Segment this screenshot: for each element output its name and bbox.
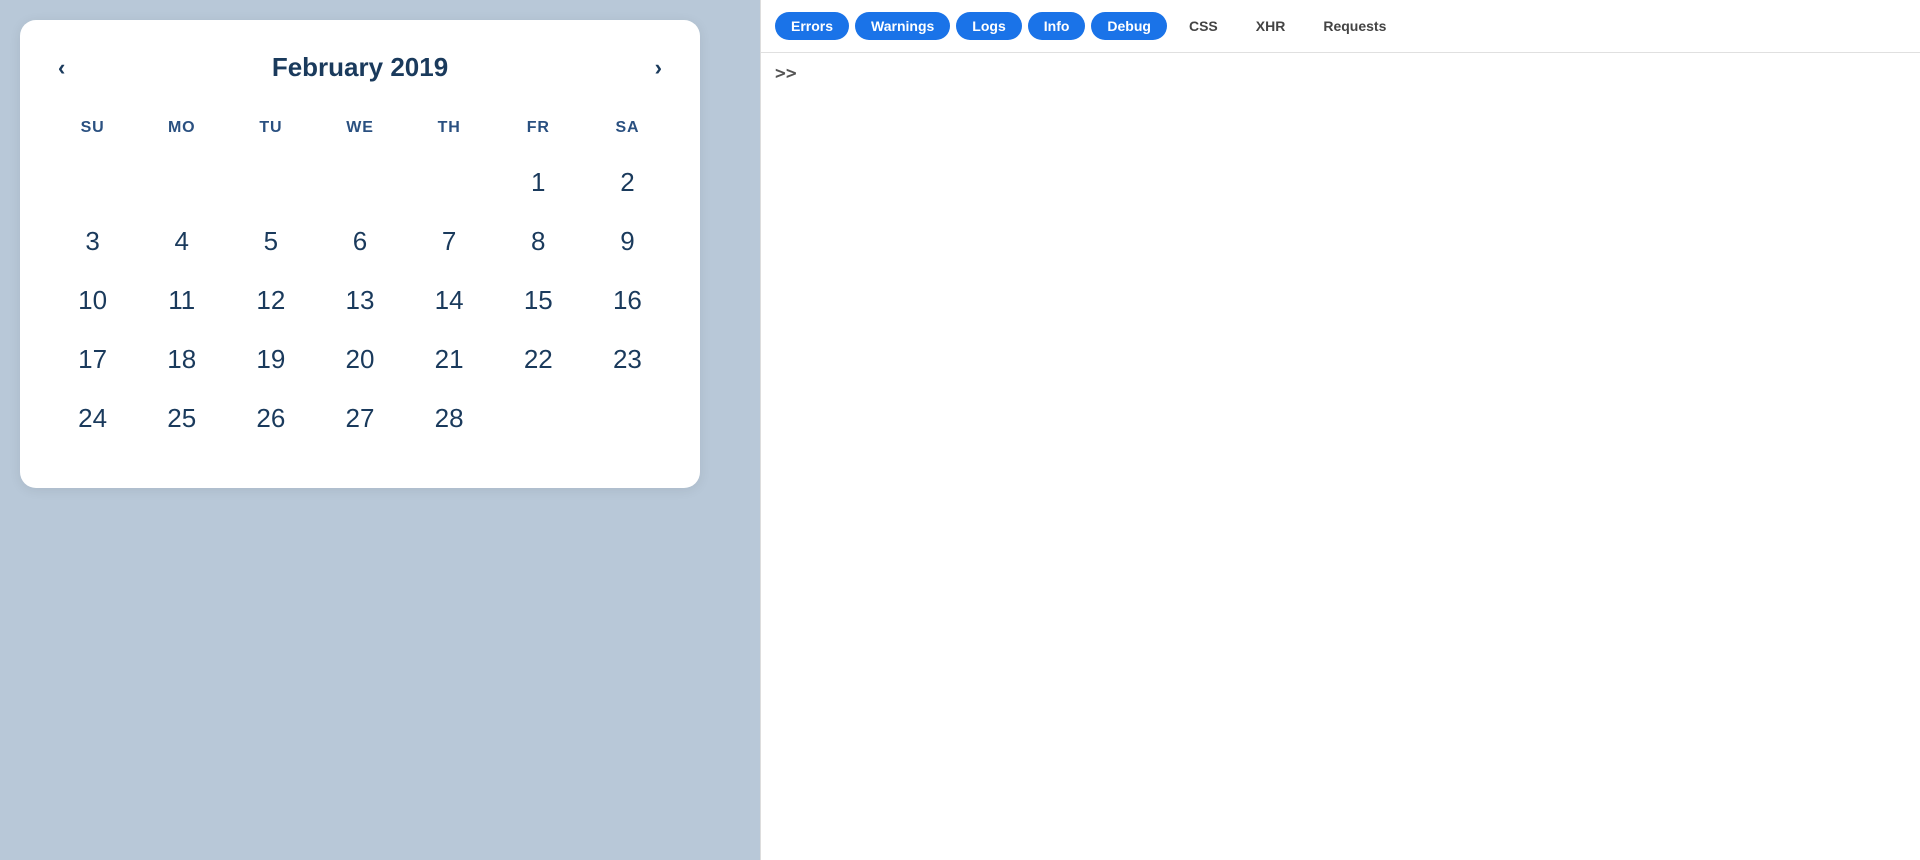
prev-month-button[interactable]: ‹ [48,53,75,83]
calendar-day[interactable]: 15 [494,271,583,330]
calendar-day[interactable]: 20 [315,330,404,389]
calendar-empty-day [226,153,315,212]
calendar-weekday-header: SU [48,111,137,153]
calendar-card: ‹ February 2019 › SUMOTUWETHFRSA 1234567… [20,20,700,488]
devtools-toolbar: ErrorsWarningsLogsInfoDebugCSSXHRRequest… [761,0,1920,53]
calendar-day[interactable]: 27 [315,389,404,448]
right-panel: ErrorsWarningsLogsInfoDebugCSSXHRRequest… [760,0,1920,860]
calendar-day[interactable]: 16 [583,271,672,330]
calendar-day[interactable]: 24 [48,389,137,448]
calendar-title: February 2019 [272,52,448,83]
calendar-day[interactable]: 10 [48,271,137,330]
calendar-day[interactable]: 23 [583,330,672,389]
calendar-day[interactable]: 17 [48,330,137,389]
left-panel: ‹ February 2019 › SUMOTUWETHFRSA 1234567… [0,0,760,860]
filter-btn-xhr[interactable]: XHR [1240,12,1302,40]
filter-btn-info[interactable]: Info [1028,12,1086,40]
console-prompt: >> [775,63,797,84]
calendar-day[interactable]: 1 [494,153,583,212]
calendar-weekday-header: FR [494,111,583,153]
calendar-header: ‹ February 2019 › [48,52,672,83]
calendar-day[interactable]: 28 [405,389,494,448]
calendar-weekday-header: TU [226,111,315,153]
filter-btn-requests[interactable]: Requests [1307,12,1402,40]
calendar-day[interactable]: 2 [583,153,672,212]
calendar-weekday-header: WE [315,111,404,153]
calendar-day[interactable]: 22 [494,330,583,389]
calendar-day[interactable]: 21 [405,330,494,389]
calendar-week-row: 12 [48,153,672,212]
calendar-day[interactable]: 3 [48,212,137,271]
calendar-day[interactable]: 6 [315,212,404,271]
calendar-weekday-header: TH [405,111,494,153]
calendar-day[interactable]: 9 [583,212,672,271]
calendar-day[interactable]: 7 [405,212,494,271]
calendar-day[interactable]: 26 [226,389,315,448]
calendar-day[interactable]: 14 [405,271,494,330]
next-month-button[interactable]: › [645,53,672,83]
calendar-empty-day [405,153,494,212]
calendar-weekday-header: MO [137,111,226,153]
calendar-weekday-header: SA [583,111,672,153]
calendar-empty-day [137,153,226,212]
calendar-empty-day [494,389,583,448]
calendar-week-row: 3456789 [48,212,672,271]
calendar-day[interactable]: 13 [315,271,404,330]
calendar-day[interactable]: 8 [494,212,583,271]
calendar-day[interactable]: 25 [137,389,226,448]
filter-btn-logs[interactable]: Logs [956,12,1021,40]
calendar-grid: SUMOTUWETHFRSA 1234567891011121314151617… [48,111,672,448]
calendar-empty-day [48,153,137,212]
filter-btn-errors[interactable]: Errors [775,12,849,40]
calendar-empty-day [583,389,672,448]
calendar-day[interactable]: 12 [226,271,315,330]
calendar-day[interactable]: 19 [226,330,315,389]
calendar-day[interactable]: 4 [137,212,226,271]
filter-btn-debug[interactable]: Debug [1091,12,1167,40]
calendar-week-row: 10111213141516 [48,271,672,330]
calendar-day[interactable]: 18 [137,330,226,389]
filter-btn-warnings[interactable]: Warnings [855,12,950,40]
calendar-week-row: 17181920212223 [48,330,672,389]
filter-btn-css[interactable]: CSS [1173,12,1234,40]
calendar-empty-day [315,153,404,212]
console-area: >> [761,53,1920,860]
calendar-day[interactable]: 11 [137,271,226,330]
calendar-weekday-row: SUMOTUWETHFRSA [48,111,672,153]
calendar-week-row: 2425262728 [48,389,672,448]
calendar-day[interactable]: 5 [226,212,315,271]
